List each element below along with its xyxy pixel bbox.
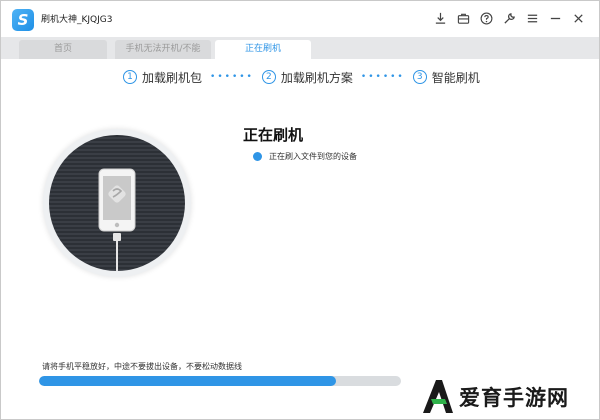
status-dot-icon [253,152,262,161]
briefcase-icon[interactable] [456,11,470,25]
progress-fill [39,376,336,386]
step-separator: •••••• [360,72,405,82]
status-line: 正在刷入文件到您的设备 [253,151,357,162]
step-indicator: 1 加载刷机包 •••••• 2 加载刷机方案 •••••• 3 智能刷机 [123,68,480,86]
step-3-label: 智能刷机 [431,70,480,85]
tab-flashing[interactable]: 正在刷机 [215,40,311,59]
step-3-number: 3 [412,70,427,84]
download-icon[interactable] [433,11,447,25]
phone-illustration-background [49,135,185,271]
watermark-text: 爱育手游网 [459,386,569,410]
menu-icon[interactable] [525,11,539,25]
phone-flashing-icon [98,168,136,271]
tab-bar: 首页 手机无法开机/不能 正在刷机 [1,37,599,59]
watermark-logo-icon [423,380,453,413]
close-icon[interactable] [571,11,585,25]
app-window: S 刷机大神_KJQJG3 首页 手机无法开机/不能 正在刷机 1 加载刷机包 … [0,0,600,420]
window-controls [433,11,585,25]
status-title: 正在刷机 [243,126,304,144]
wrench-icon[interactable] [502,11,516,25]
help-icon[interactable] [479,11,493,25]
step-2-number: 2 [261,70,276,84]
step-1-number: 1 [123,70,137,84]
tab-phone-wont-boot[interactable]: 手机无法开机/不能 [115,40,211,59]
app-title: 刷机大神_KJQJG3 [41,15,113,25]
progress-bar [39,376,401,386]
step-2-label: 加载刷机方案 [280,70,353,85]
warning-text: 请将手机平稳放好，中途不要拔出设备，不要松动数据线 [42,362,242,371]
watermark: 爱育手游网 [419,375,589,417]
step-separator: •••••• [210,72,254,82]
title-bar: S 刷机大神_KJQJG3 [1,1,599,37]
phone-illustration [43,129,191,277]
status-detail: 正在刷入文件到您的设备 [269,152,357,161]
app-logo-letter: S [17,11,29,29]
app-logo: S [12,9,34,31]
step-1-label: 加载刷机包 [142,70,203,85]
minimize-icon[interactable] [548,11,562,25]
tab-home[interactable]: 首页 [19,40,107,59]
